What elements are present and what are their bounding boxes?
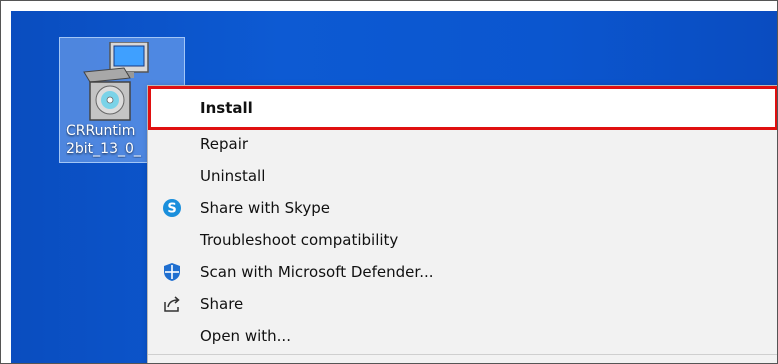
skype-icon: S xyxy=(162,198,182,218)
menu-item-label: Open with... xyxy=(200,327,291,345)
context-menu: Install Repair Uninstall S Share with Sk… xyxy=(147,85,777,363)
menu-item-install[interactable]: Install xyxy=(148,86,777,130)
menu-item-scan-with-defender[interactable]: Scan with Microsoft Defender... xyxy=(148,256,777,288)
menu-item-label: Troubleshoot compatibility xyxy=(200,231,399,249)
menu-item-uninstall[interactable]: Uninstall xyxy=(148,160,777,192)
svg-text:S: S xyxy=(167,202,176,217)
menu-item-label: Repair xyxy=(200,135,249,153)
menu-separator xyxy=(148,354,777,355)
menu-item-share[interactable]: Share xyxy=(148,288,777,320)
menu-item-label: Scan with Microsoft Defender... xyxy=(200,263,434,281)
menu-item-repair[interactable]: Repair xyxy=(148,128,777,160)
menu-item-label: Uninstall xyxy=(200,167,266,185)
menu-item-troubleshoot-compatibility[interactable]: Troubleshoot compatibility xyxy=(148,224,777,256)
menu-item-label: Share with Skype xyxy=(200,199,330,217)
defender-shield-icon xyxy=(162,262,182,282)
menu-item-label: Share xyxy=(200,295,244,313)
menu-item-share-with-skype[interactable]: S Share with Skype xyxy=(148,192,777,224)
menu-item-open-with[interactable]: Open with... xyxy=(148,320,777,352)
share-icon xyxy=(162,294,182,314)
menu-item-label: Install xyxy=(200,99,253,117)
screenshot-frame: CRRuntim 2bit_13_0_ Install Repair Unins… xyxy=(0,0,778,364)
